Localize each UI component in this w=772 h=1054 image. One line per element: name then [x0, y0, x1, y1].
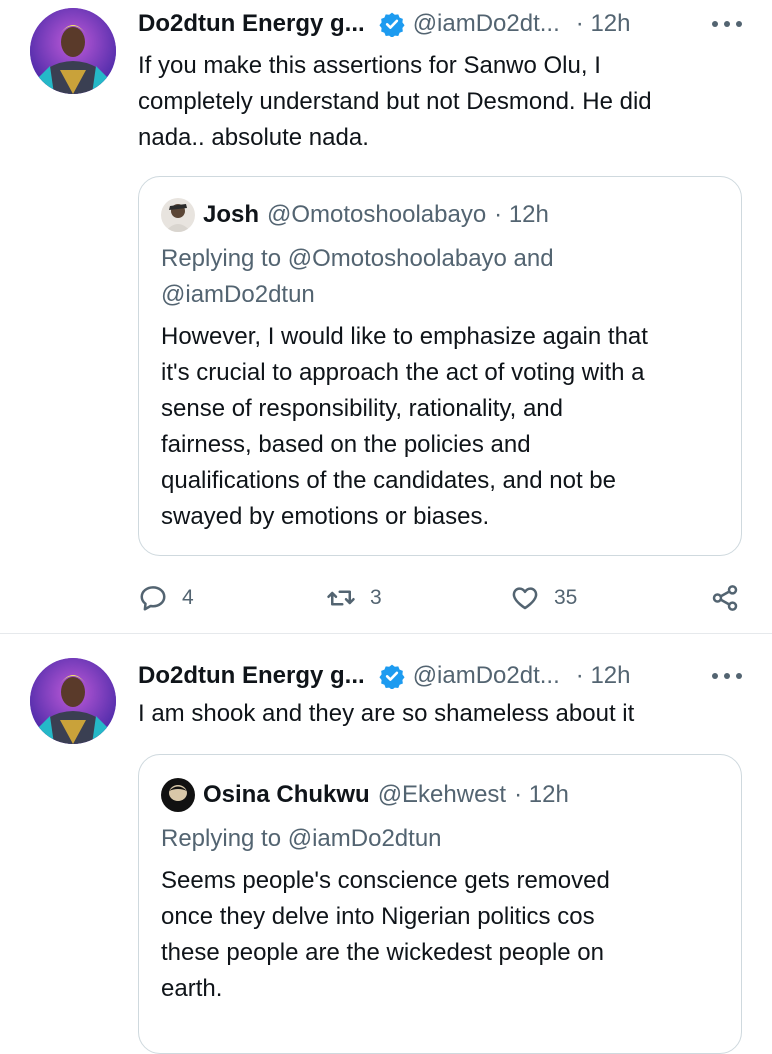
replying-line: Replying to @Omotoshoolabayo and [161, 245, 554, 272]
quoted-author-name: Osina Chukwu [203, 781, 370, 808]
more-options-icon[interactable] [712, 666, 742, 686]
tweet-actions: 4 3 35 [138, 578, 748, 618]
more-options-icon[interactable] [712, 14, 742, 34]
tweet-header: Do2dtun Energy g... @iamDo2dt... · 12h [138, 656, 630, 696]
quoted-author-avatar [161, 198, 195, 232]
replying-line: @iamDo2dtun [161, 281, 315, 308]
retweet-count: 3 [370, 586, 382, 609]
quoted-author-handle: @Ekehwest [377, 781, 507, 808]
quoted-author-avatar [161, 778, 195, 812]
reply-icon [140, 586, 166, 611]
tweet-timestamp[interactable]: · 12h [576, 662, 631, 690]
quoted-tweet[interactable]: Josh @Omotoshoolabayo · 12h Replying to … [138, 176, 742, 556]
quoted-tweet[interactable]: Osina Chukwu @Ekehwest · 12h Replying to… [138, 754, 742, 1054]
reply-button[interactable]: 4 [138, 578, 194, 618]
tweet[interactable]: Do2dtun Energy g... @iamDo2dt... · 12h I… [0, 634, 772, 1054]
replying-to: Replying to @iamDo2dtun [161, 821, 721, 857]
verified-badge-icon [379, 663, 405, 690]
share-icon [712, 585, 738, 611]
like-button[interactable]: 35 [510, 578, 577, 618]
quoted-timestamp: · 12h [494, 201, 549, 228]
quoted-text-line: qualifications of the candidates, and no… [161, 467, 616, 494]
tweet-timestamp[interactable]: · 12h [576, 10, 631, 38]
quoted-text-line: swayed by emotions or biases. [161, 503, 490, 530]
quoted-text-line: However, I would like to emphasize again… [161, 323, 648, 350]
tweet-text-line: completely understand but not Desmond. H… [138, 88, 652, 115]
tweet-text-line: nada.. absolute nada. [138, 124, 369, 151]
tweet-text: I am shook and they are so shameless abo… [138, 696, 748, 732]
author-handle[interactable]: @iamDo2dt... [413, 10, 560, 38]
quoted-text-line: these people are the wickedest people on [161, 939, 604, 966]
author-handle[interactable]: @iamDo2dt... [413, 662, 560, 690]
quoted-text-line: once they delve into Nigerian politics c… [161, 903, 595, 930]
tweet-text-line: I am shook and they are so shameless abo… [138, 700, 635, 727]
verified-badge-icon [379, 11, 405, 38]
quoted-text-line: earth. [161, 975, 223, 1002]
quoted-author-name: Josh [203, 201, 260, 228]
tweet-text-line: If you make this assertions for Sanwo Ol… [138, 52, 601, 79]
replying-to: Replying to @Omotoshoolabayo and @iamDo2… [161, 241, 721, 313]
quoted-text-line: fairness, based on the policies and [161, 431, 531, 458]
share-button[interactable] [710, 578, 754, 618]
quoted-tweet-text: Seems people's conscience gets removed o… [161, 863, 731, 1007]
author-name[interactable]: Do2dtun Energy g... [138, 10, 365, 38]
quoted-text-line: it's crucial to approach the act of voti… [161, 359, 645, 386]
quoted-text-line: Seems people's conscience gets removed [161, 867, 610, 894]
quoted-timestamp: · 12h [514, 781, 569, 808]
replying-line: Replying to @iamDo2dtun [161, 825, 442, 852]
retweet-button[interactable]: 3 [326, 578, 382, 618]
author-avatar[interactable] [30, 658, 116, 744]
retweet-icon [327, 590, 355, 606]
tweet[interactable]: Do2dtun Energy g... @iamDo2dt... · 12h I… [0, 0, 772, 633]
quoted-text-line: sense of responsibility, rationality, an… [161, 395, 563, 422]
quoted-tweet-text: However, I would like to emphasize again… [161, 319, 731, 535]
quoted-tweet-header: Osina Chukwu @Ekehwest · 12h [161, 778, 569, 812]
reply-count: 4 [182, 586, 194, 609]
author-avatar[interactable] [30, 8, 116, 94]
tweet-text: If you make this assertions for Sanwo Ol… [138, 48, 748, 156]
like-count: 35 [554, 586, 578, 609]
tweet-header: Do2dtun Energy g... @iamDo2dt... · 12h [138, 4, 630, 44]
heart-icon [512, 587, 538, 610]
author-name[interactable]: Do2dtun Energy g... [138, 662, 365, 690]
quoted-tweet-header: Josh @Omotoshoolabayo · 12h [161, 198, 549, 232]
quoted-author-handle: @Omotoshoolabayo [267, 201, 487, 228]
